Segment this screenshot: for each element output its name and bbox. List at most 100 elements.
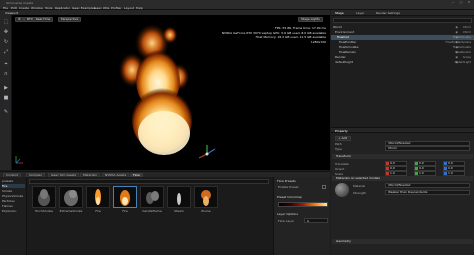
- stage-row[interactable]: flowUsd ◉ FlowSimulate: [331, 35, 474, 40]
- menu-create[interactable]: Create: [19, 6, 29, 10]
- stage-row[interactable]: defaultLight ◉ DistantLight: [331, 60, 474, 65]
- z-axis-color-tag: [444, 172, 447, 175]
- x-axis-color-tag: [386, 172, 389, 175]
- preset-thumbnail-selected[interactable]: [113, 186, 137, 208]
- transform-y-field[interactable]: 1.0: [414, 171, 436, 176]
- y-axis-color-tag: [415, 172, 418, 175]
- menu-tools[interactable]: Tools: [45, 6, 52, 10]
- viewport-tab-label: Viewport: [5, 10, 19, 15]
- left-toolbar: ⬚ ✥ ↻ ⤢ ⌖ ∩ ▶ ■ ✎: [0, 15, 12, 170]
- stage-row[interactable]: World ◉ Xform: [331, 25, 474, 30]
- path-field[interactable]: /World/flowUsd: [385, 141, 470, 146]
- transform-y-field[interactable]: 0.0: [414, 161, 436, 166]
- enable-preset-checkbox[interactable]: [322, 185, 326, 189]
- menu-profiler[interactable]: Profiler: [111, 6, 122, 10]
- stage-search-input[interactable]: [333, 18, 472, 23]
- stage-row[interactable]: flowEmitter ◉ FlowEmitterSphere: [331, 40, 474, 45]
- folder-item[interactable]: presets: [2, 179, 25, 183]
- strength-label: Strength: [353, 191, 366, 195]
- menu-edit[interactable]: Edit: [11, 6, 17, 10]
- y-axis-color-tag: [415, 162, 418, 165]
- preset-options-panel: Flow Presets Enable Preset Preset Colorm…: [273, 177, 330, 255]
- axis-indicator-icon: [15, 156, 23, 164]
- preset-thumbnail[interactable]: [59, 186, 83, 208]
- play-icon[interactable]: ▶: [3, 85, 9, 91]
- stage-row-name: flowEmitter: [339, 40, 357, 44]
- flow-layer-field[interactable]: 0: [304, 218, 328, 223]
- preset-search-input[interactable]: [29, 179, 269, 184]
- stage-row-name: defaultLight: [335, 60, 354, 64]
- transform-x-field[interactable]: 1.0: [385, 171, 407, 176]
- preset-thumbnail[interactable]: [86, 186, 110, 208]
- magnet-tool-icon[interactable]: ∩: [3, 71, 9, 77]
- flow-presets-header[interactable]: Flow Presets: [277, 179, 296, 183]
- strength-dropdown[interactable]: Weaker than Descendants: [385, 190, 470, 195]
- material-label: Material: [353, 184, 366, 188]
- menu-help[interactable]: Help: [136, 6, 143, 10]
- menu-file[interactable]: File: [3, 6, 8, 10]
- menu-replicator[interactable]: Replicator: [55, 6, 70, 10]
- menu-layout[interactable]: Layout: [124, 6, 134, 10]
- folder-item[interactable]: Flames: [2, 204, 25, 208]
- resolution-readout: 1280x720: [310, 39, 326, 44]
- transform-x-field[interactable]: 0.0: [385, 166, 407, 171]
- preset-colormap-header[interactable]: Preset Colormap: [277, 195, 302, 199]
- viewport-canvas[interactable]: ⚙ RTX - Real-Time Perspective Stage Ligh…: [12, 15, 330, 170]
- stage-row[interactable]: Render ◉ Scope: [331, 55, 474, 60]
- scale-tool-icon[interactable]: ⤢: [3, 49, 9, 55]
- transform-section-header[interactable]: Transform: [332, 154, 473, 159]
- move-tool-icon[interactable]: ✥: [3, 29, 9, 35]
- geometry-section-header[interactable]: Geometry: [332, 239, 473, 244]
- transform-z-field[interactable]: 0.0: [443, 166, 465, 171]
- preset-folder-list: presets Fire Smoke PhysicsSmoke Particle…: [0, 177, 27, 255]
- folder-item[interactable]: Particles: [2, 199, 25, 203]
- stop-icon[interactable]: ■: [3, 95, 9, 101]
- transform-value: 1.0: [448, 171, 453, 175]
- preset-label: CandleFlame: [142, 209, 162, 213]
- select-tool-icon[interactable]: ⬚: [3, 19, 9, 25]
- visibility-eye-icon[interactable]: ◉: [455, 25, 458, 30]
- type-field: Xform: [385, 146, 470, 151]
- stage-row[interactable]: Environment ◉ Xform: [331, 30, 474, 35]
- stage-row[interactable]: flowSimulate ◉ FlowSimulate: [331, 45, 474, 50]
- menu-window[interactable]: Window: [31, 6, 43, 10]
- menu-isaac-utils[interactable]: Isaac Utils: [94, 6, 109, 10]
- transform-z-field[interactable]: 1.0: [443, 171, 465, 176]
- transform-x-field[interactable]: 0.0: [385, 161, 407, 166]
- visibility-eye-icon[interactable]: ◉: [455, 55, 458, 60]
- rotate-tool-icon[interactable]: ↻: [3, 39, 9, 45]
- layer-options-header[interactable]: Layer Options: [277, 212, 298, 216]
- flow-layer-label: Flow Layer: [278, 219, 295, 223]
- material-field[interactable]: /World/flowUsd: [385, 183, 470, 188]
- preset-thumbnail[interactable]: [140, 186, 164, 208]
- transform-row-label: Translate: [335, 161, 349, 166]
- transform-row-label: Orient: [335, 166, 345, 171]
- menu-isaac-examples[interactable]: Isaac Examples: [72, 6, 95, 10]
- stage-row-name: Render: [335, 55, 346, 59]
- tab-layer[interactable]: Layer: [356, 11, 364, 15]
- colormap-ramp[interactable]: [278, 202, 328, 207]
- transform-y-field[interactable]: 0.0: [414, 166, 436, 171]
- preset-thumbnail[interactable]: [194, 186, 218, 208]
- transform-value: 1.0: [419, 171, 424, 175]
- visibility-eye-icon[interactable]: ◉: [455, 30, 458, 35]
- tab-render-settings[interactable]: Render Settings: [376, 11, 400, 15]
- folder-item[interactable]: Fire: [2, 184, 25, 188]
- paint-tool-icon[interactable]: ✎: [3, 109, 9, 115]
- snap-tool-icon[interactable]: ⌖: [3, 61, 9, 67]
- folder-item[interactable]: Explosion: [2, 209, 25, 213]
- transform-z-field[interactable]: 0.0: [443, 161, 465, 166]
- stage-row[interactable]: flowRender ◉ FlowRender: [331, 50, 474, 55]
- preset-thumbnail[interactable]: [32, 186, 56, 208]
- stage-row-name: World: [333, 25, 342, 29]
- preset-thumbnail[interactable]: [167, 186, 191, 208]
- add-button[interactable]: + Add: [335, 136, 351, 141]
- folder-item[interactable]: PhysicsSmoke: [2, 194, 25, 198]
- transform-gizmo[interactable]: [198, 145, 216, 159]
- property-panel: + Add Path /World/flowUsd Type Xform Tra…: [331, 133, 474, 255]
- z-axis-color-tag: [444, 167, 447, 170]
- tab-stage[interactable]: Stage: [335, 11, 344, 15]
- folder-item[interactable]: Smoke: [2, 189, 25, 193]
- materials-section-header[interactable]: Materials on selected models: [332, 176, 473, 181]
- x-axis-color-tag: [386, 167, 389, 170]
